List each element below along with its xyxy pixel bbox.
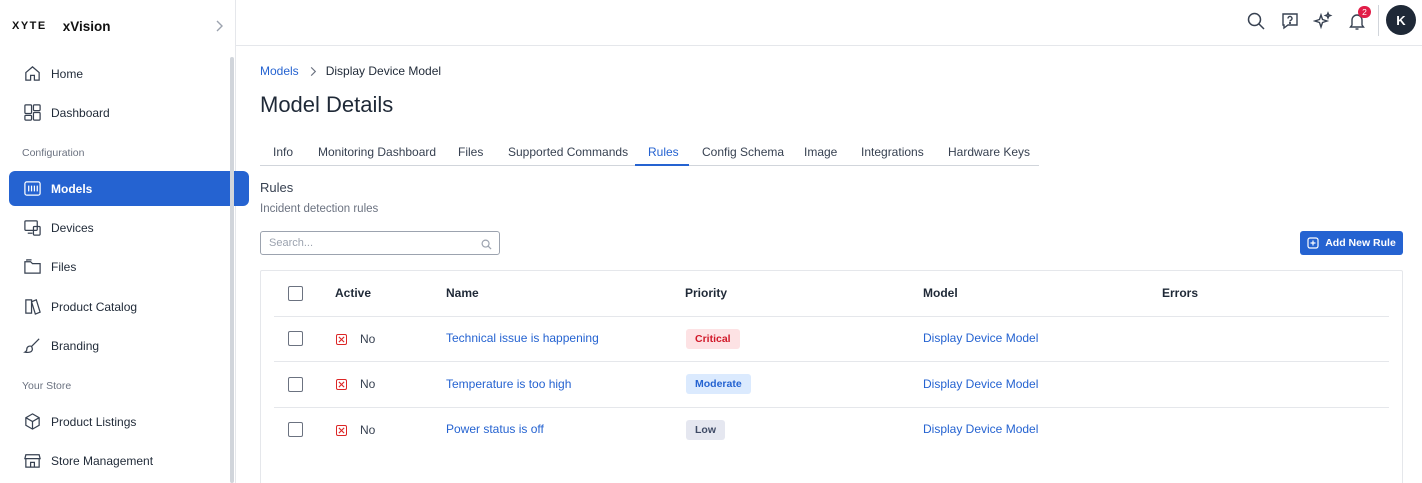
- priority-badge: Critical: [686, 329, 740, 349]
- search-field[interactable]: [260, 231, 500, 255]
- brand-logo[interactable]: XYTE: [12, 20, 47, 32]
- column-header-model[interactable]: Model: [923, 286, 958, 300]
- tab-image[interactable]: Image: [804, 145, 837, 159]
- row-checkbox[interactable]: [288, 422, 303, 437]
- sidebar-item-files[interactable]: Files: [9, 249, 249, 284]
- active-value: No: [360, 377, 376, 391]
- tab-integrations[interactable]: Integrations: [861, 145, 924, 159]
- avatar[interactable]: K: [1386, 5, 1416, 35]
- search-icon[interactable]: [1245, 10, 1267, 32]
- column-header-priority[interactable]: Priority: [685, 286, 727, 300]
- sidebar-item-label: Branding: [51, 338, 100, 353]
- active-value: No: [360, 423, 376, 437]
- header-divider: [1378, 5, 1379, 36]
- active-status: No: [336, 332, 375, 346]
- close-box-icon: [336, 333, 347, 345]
- sidebar-item-label: Store Management: [51, 453, 154, 468]
- sparkles-icon[interactable]: [1312, 10, 1334, 32]
- add-new-rule-button[interactable]: Add New Rule: [1300, 231, 1403, 255]
- sidebar-scrollbar[interactable]: [230, 57, 234, 483]
- rule-name-link[interactable]: Power status is off: [446, 422, 544, 436]
- model-link[interactable]: Display Device Model: [923, 422, 1038, 436]
- home-icon: [22, 64, 42, 84]
- row-divider: [274, 316, 1389, 317]
- column-header-name[interactable]: Name: [446, 286, 479, 300]
- dashboard-icon: [22, 103, 42, 123]
- breadcrumb: Models Display Device Model: [260, 64, 441, 78]
- catalog-icon: [22, 297, 42, 317]
- select-all-checkbox[interactable]: [288, 286, 303, 301]
- sidebar-item-label: Dashboard: [51, 105, 110, 120]
- priority-badge: Low: [686, 420, 725, 440]
- sidebar-item-branding[interactable]: Branding: [9, 328, 249, 363]
- close-box-icon: [336, 424, 347, 436]
- tab-hardware-keys[interactable]: Hardware Keys: [948, 145, 1030, 159]
- row-checkbox[interactable]: [288, 331, 303, 346]
- active-status: No: [336, 377, 375, 391]
- plus-square-icon: [1307, 237, 1319, 249]
- sidebar-item-store-management[interactable]: Store Management: [9, 443, 249, 478]
- sidebar-item-product-listings[interactable]: Product Listings: [9, 404, 249, 439]
- priority-badge: Moderate: [686, 374, 751, 394]
- brand[interactable]: XYTE xVision: [12, 17, 111, 35]
- sidebar-item-home[interactable]: Home: [9, 56, 249, 91]
- sidebar: XYTE xVision Home Dashboard Configuratio…: [0, 0, 249, 483]
- devices-icon: [22, 218, 42, 238]
- sidebar-item-label: Product Catalog: [51, 299, 138, 314]
- section-label-your-store: Your Store: [22, 380, 72, 392]
- sidebar-item-models[interactable]: Models: [9, 171, 249, 206]
- section-title: Rules: [260, 180, 294, 195]
- search-icon: [481, 238, 492, 250]
- model-link[interactable]: Display Device Model: [923, 331, 1038, 345]
- files-icon: [22, 257, 42, 277]
- sidebar-item-label: Models: [51, 181, 93, 196]
- tab-files[interactable]: Files: [458, 145, 483, 159]
- sidebar-item-dashboard[interactable]: Dashboard: [9, 95, 249, 130]
- sidebar-item-label: Files: [51, 259, 77, 274]
- active-status: No: [336, 423, 375, 437]
- add-new-rule-label: Add New Rule: [1325, 237, 1396, 249]
- tab-supported-commands[interactable]: Supported Commands: [508, 145, 628, 159]
- active-tab-indicator: [635, 164, 689, 166]
- rule-name-link[interactable]: Temperature is too high: [446, 377, 571, 391]
- tab-config-schema[interactable]: Config Schema: [702, 145, 784, 159]
- tab-monitoring-dashboard[interactable]: Monitoring Dashboard: [318, 145, 436, 159]
- breadcrumb-link-models[interactable]: Models: [260, 64, 299, 78]
- section-label-configuration: Configuration: [22, 147, 85, 159]
- rules-table: Active Name Priority Model Errors No Tec…: [260, 270, 1403, 483]
- sidebar-item-label: Home: [51, 66, 84, 81]
- notification-badge: 2: [1358, 6, 1371, 18]
- box-icon: [22, 412, 42, 432]
- app-name: xVision: [62, 18, 111, 34]
- help-icon[interactable]: [1279, 10, 1301, 32]
- tab-info[interactable]: Info: [273, 145, 293, 159]
- sidebar-item-label: Product Listings: [51, 414, 137, 429]
- store-icon: [22, 451, 42, 471]
- rule-name-link[interactable]: Technical issue is happening: [446, 331, 599, 345]
- section-subtitle: Incident detection rules: [260, 203, 379, 215]
- row-divider: [274, 407, 1389, 408]
- tab-bar: Info Monitoring Dashboard Files Supporte…: [260, 141, 1039, 166]
- column-header-errors[interactable]: Errors: [1162, 286, 1198, 300]
- chevron-right-icon[interactable]: [212, 18, 226, 34]
- sidebar-item-product-catalog[interactable]: Product Catalog: [9, 289, 249, 324]
- active-value: No: [360, 332, 376, 346]
- tab-rules[interactable]: Rules: [648, 145, 679, 159]
- page-title: Model Details: [260, 92, 394, 117]
- row-divider: [274, 361, 1389, 362]
- chevron-right-icon: [309, 65, 317, 77]
- row-checkbox[interactable]: [288, 377, 303, 392]
- close-box-icon: [336, 378, 347, 390]
- breadcrumb-current: Display Device Model: [325, 64, 442, 78]
- sidebar-item-devices[interactable]: Devices: [9, 210, 249, 245]
- brush-icon: [22, 336, 42, 356]
- column-header-active[interactable]: Active: [335, 286, 371, 300]
- models-icon: [22, 179, 42, 199]
- sidebar-item-label: Devices: [51, 220, 94, 235]
- model-link[interactable]: Display Device Model: [923, 377, 1038, 391]
- search-input[interactable]: [269, 237, 469, 249]
